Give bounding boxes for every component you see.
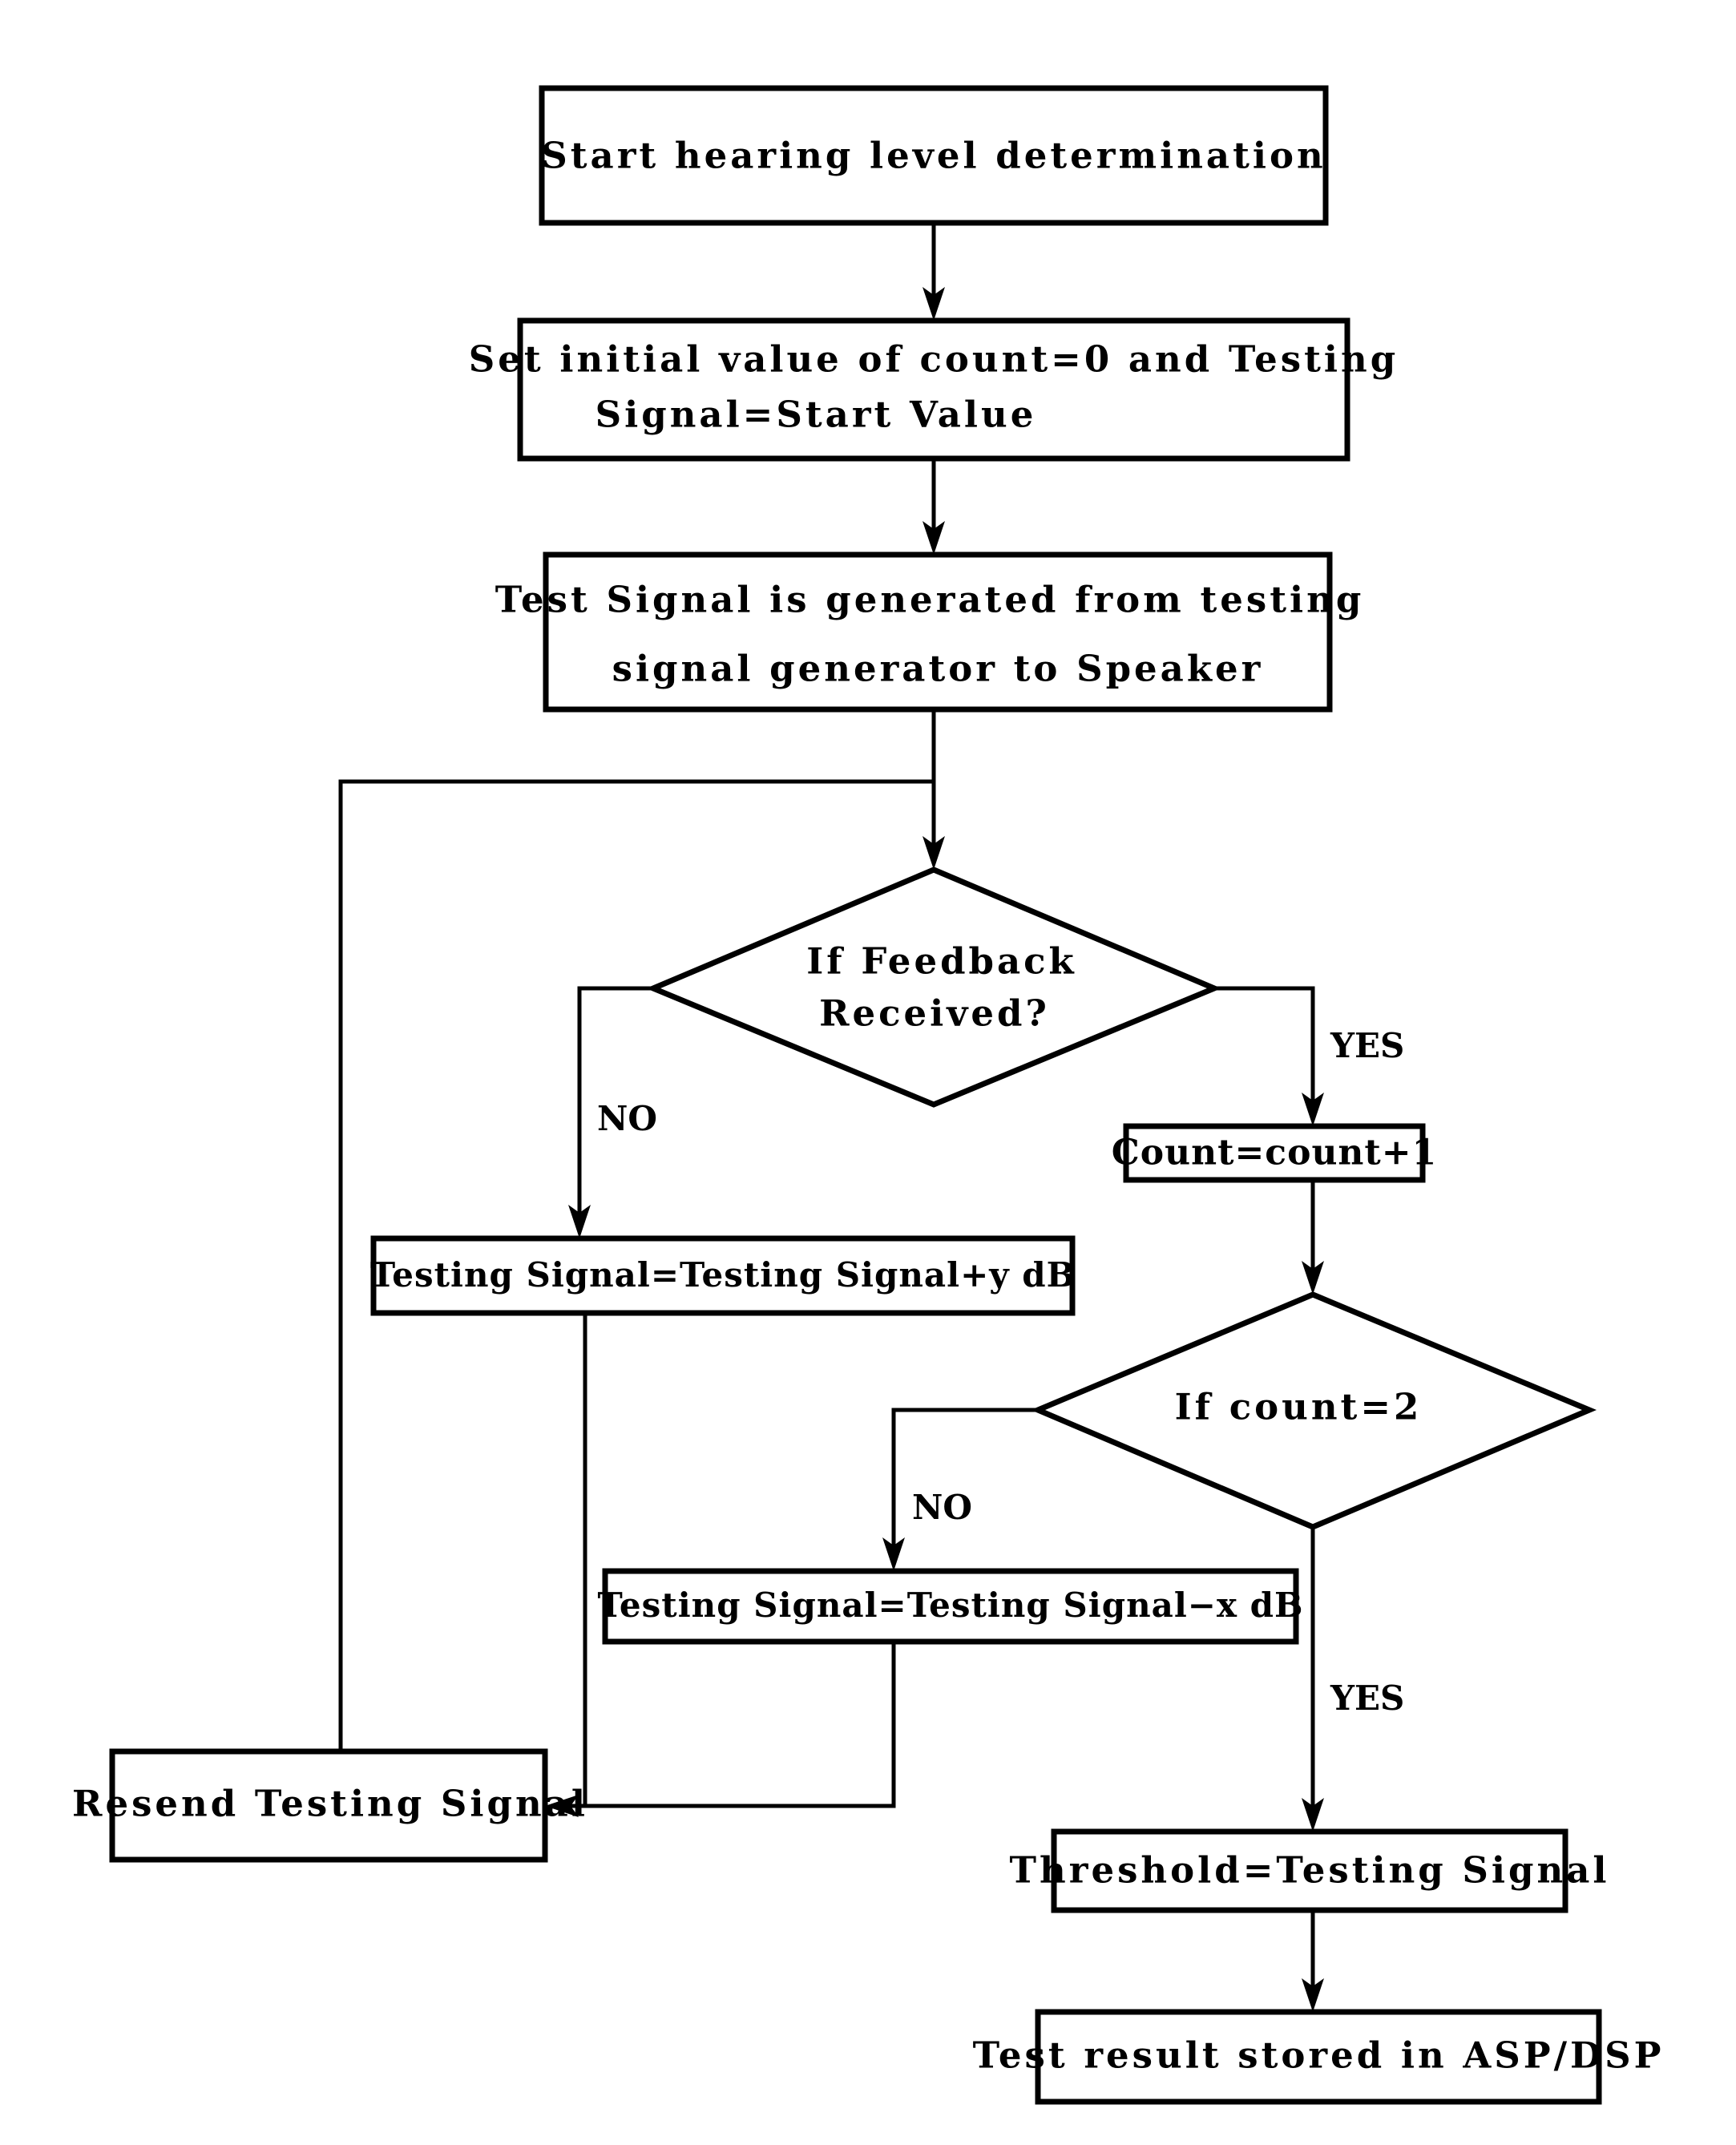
edge-start-to-init [923, 223, 945, 321]
node-feedback-decision-label-line1: If Feedback [806, 940, 1077, 983]
node-resend[interactable]: Resend Testing Signal [72, 1748, 588, 1863]
node-store[interactable]: Test result stored in ASP/DSP [973, 2009, 1665, 2105]
edge-label-count-no: NO [912, 1488, 972, 1527]
edge-init-to-generate [923, 458, 945, 555]
edge-signaldown-to-resend [545, 1642, 896, 1817]
edge-count-to-decision [1302, 1180, 1324, 1295]
node-start[interactable]: Start hearing level determination [539, 85, 1329, 226]
node-count-decision[interactable]: If count=2 [1031, 1291, 1597, 1530]
node-init[interactable]: Set initial value of count=0 and Testing… [469, 317, 1399, 462]
node-signal-up-label: Testing Signal=Testing Signal+y dB [370, 1255, 1076, 1295]
edge-signalup-to-resend [561, 1313, 587, 1808]
node-start-label: Start hearing level determination [541, 135, 1326, 177]
edge-threshold-to-store [1302, 1910, 1324, 2012]
node-count-decision-label: If count=2 [1175, 1386, 1423, 1428]
node-resend-label: Resend Testing Signal [72, 1783, 588, 1825]
node-generate-label-line1: Test Signal is generated from testing [495, 579, 1365, 621]
node-init-label-line2: Signal=Start Value [595, 394, 1037, 436]
node-signal-up[interactable]: Testing Signal=Testing Signal+y dB [370, 1235, 1076, 1316]
node-threshold[interactable]: Threshold=Testing Signal [1010, 1828, 1610, 1913]
node-generate-label-line2: signal generator to Speaker [612, 648, 1264, 690]
node-store-label: Test result stored in ASP/DSP [973, 2034, 1665, 2077]
edge-label-count-yes: YES [1330, 1678, 1404, 1718]
node-signal-down-label: Testing Signal=Testing Signal−x dB [598, 1586, 1304, 1625]
edge-label-feedback-no: NO [597, 1099, 657, 1138]
node-signal-down[interactable]: Testing Signal=Testing Signal−x dB [598, 1568, 1304, 1645]
node-feedback-decision-label-line2: Received? [819, 992, 1050, 1035]
edge-label-feedback-yes: YES [1330, 1026, 1404, 1065]
edge-count-yes [1302, 1527, 1324, 1832]
node-init-label-line1: Set initial value of count=0 and Testing [469, 338, 1399, 381]
node-threshold-label: Threshold=Testing Signal [1010, 1849, 1610, 1892]
node-count-increment-label: Count=count+1 [1112, 1133, 1437, 1173]
node-feedback-decision[interactable]: If Feedback Received? [645, 866, 1222, 1108]
flowchart-svg: Start hearing level determination Set in… [72, 85, 1665, 2105]
edge-feedback-yes [1214, 986, 1324, 1126]
edge-generate-to-feedback [923, 709, 945, 870]
node-count-increment[interactable]: Count=count+1 [1112, 1123, 1437, 1183]
node-generate[interactable]: Test Signal is generated from testing si… [495, 551, 1365, 713]
flowchart-canvas: Start hearing level determination Set in… [0, 0, 1736, 2145]
